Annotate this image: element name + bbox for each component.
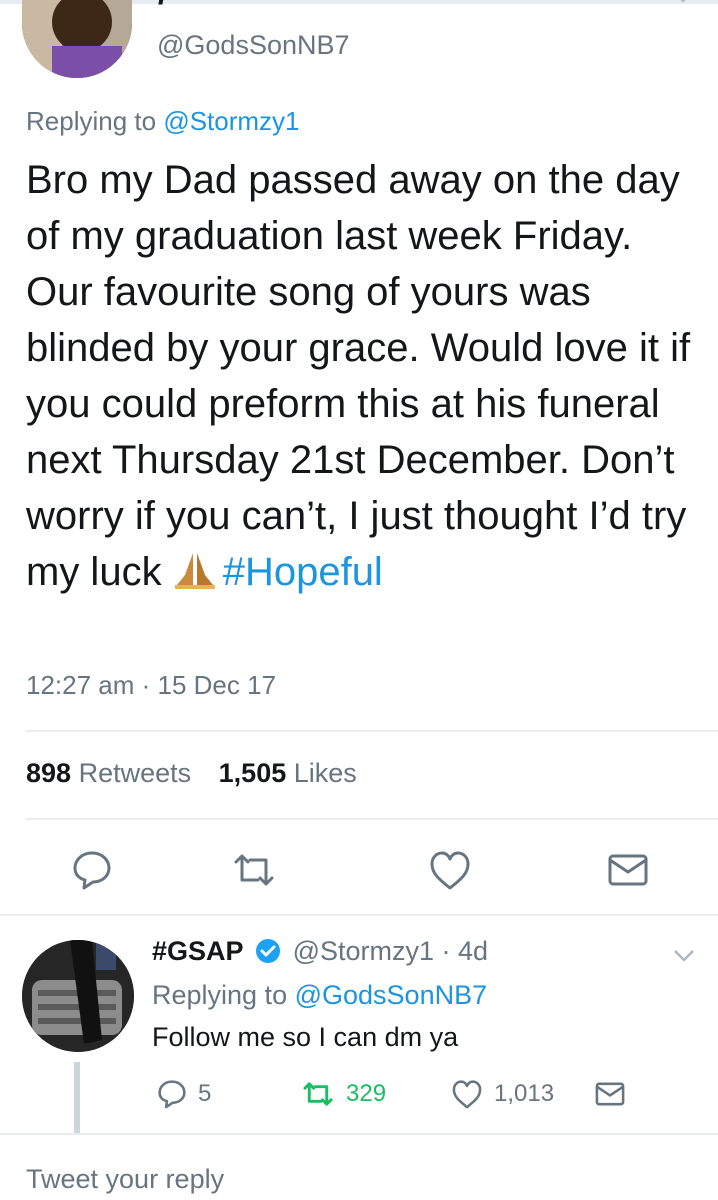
replying-prefix: Replying to xyxy=(152,980,288,1010)
author-handle[interactable]: @GodsSonNB7 xyxy=(157,30,350,61)
chevron-down-icon[interactable] xyxy=(672,948,696,964)
divider xyxy=(0,914,718,916)
verified-badge-icon xyxy=(256,939,281,963)
reply-avatar[interactable] xyxy=(22,940,134,1052)
reply-reply-button[interactable]: 5 xyxy=(156,1078,211,1114)
retweet-count[interactable]: 898 xyxy=(26,758,71,788)
reply-icon xyxy=(158,1080,186,1109)
retweet-icon[interactable] xyxy=(232,848,276,892)
reply-age[interactable]: 4d xyxy=(458,936,488,966)
mention-link[interactable]: @GodsSonNB7 xyxy=(295,980,488,1010)
reply-retweet-button[interactable]: 329 xyxy=(300,1078,386,1114)
replying-prefix: Replying to xyxy=(26,106,157,136)
reply-replying-to: Replying to @GodsSonNB7 xyxy=(152,980,487,1011)
chevron-down-icon[interactable] xyxy=(676,0,690,8)
separator: · xyxy=(434,936,459,966)
like-icon[interactable] xyxy=(428,848,472,892)
retweet-icon xyxy=(303,1082,333,1106)
share-icon[interactable] xyxy=(606,848,650,892)
replying-to: Replying to @Stormzy1 xyxy=(26,106,300,137)
reply-icon[interactable] xyxy=(70,848,114,892)
avatar[interactable] xyxy=(22,0,132,78)
reply-like-button[interactable]: 1,013 xyxy=(450,1078,554,1114)
reply-share-button[interactable] xyxy=(594,1078,626,1114)
tweet-text: Bro my Dad passed away on the day of my … xyxy=(26,152,706,600)
author-name[interactable]: / xyxy=(158,0,167,13)
action-bar xyxy=(0,848,718,892)
divider xyxy=(26,730,718,732)
divider xyxy=(26,818,718,820)
mention-link[interactable]: @Stormzy1 xyxy=(163,106,299,136)
like-count[interactable]: 1,505 xyxy=(219,758,287,788)
reply-author-name[interactable]: #GSAP xyxy=(152,936,244,966)
like-label[interactable]: Likes xyxy=(294,758,357,788)
reply-reply-count: 5 xyxy=(198,1080,212,1107)
reply-header: #GSAP @Stormzy1 · 4d xyxy=(152,936,488,967)
divider xyxy=(0,1133,718,1135)
retweet-label[interactable]: Retweets xyxy=(79,758,192,788)
share-icon xyxy=(595,1082,625,1106)
reply-text: Follow me so I can dm ya xyxy=(152,1022,459,1052)
hashtag-link[interactable]: #Hopeful xyxy=(223,550,383,594)
tweet-body: Bro my Dad passed away on the day of my … xyxy=(26,158,691,594)
folded-hands-icon xyxy=(174,553,215,589)
thread-line xyxy=(74,1062,80,1134)
reply-author-handle[interactable]: @Stormzy1 xyxy=(293,936,434,966)
reply-retweet-count: 329 xyxy=(346,1080,387,1107)
engagement-stats: 898 Retweets 1,505 Likes xyxy=(26,758,357,789)
reply-like-count: 1,013 xyxy=(494,1080,555,1107)
reply-composer[interactable]: Tweet your reply xyxy=(26,1164,224,1195)
timestamp[interactable]: 12:27 am · 15 Dec 17 xyxy=(26,670,276,701)
like-icon xyxy=(452,1080,482,1109)
